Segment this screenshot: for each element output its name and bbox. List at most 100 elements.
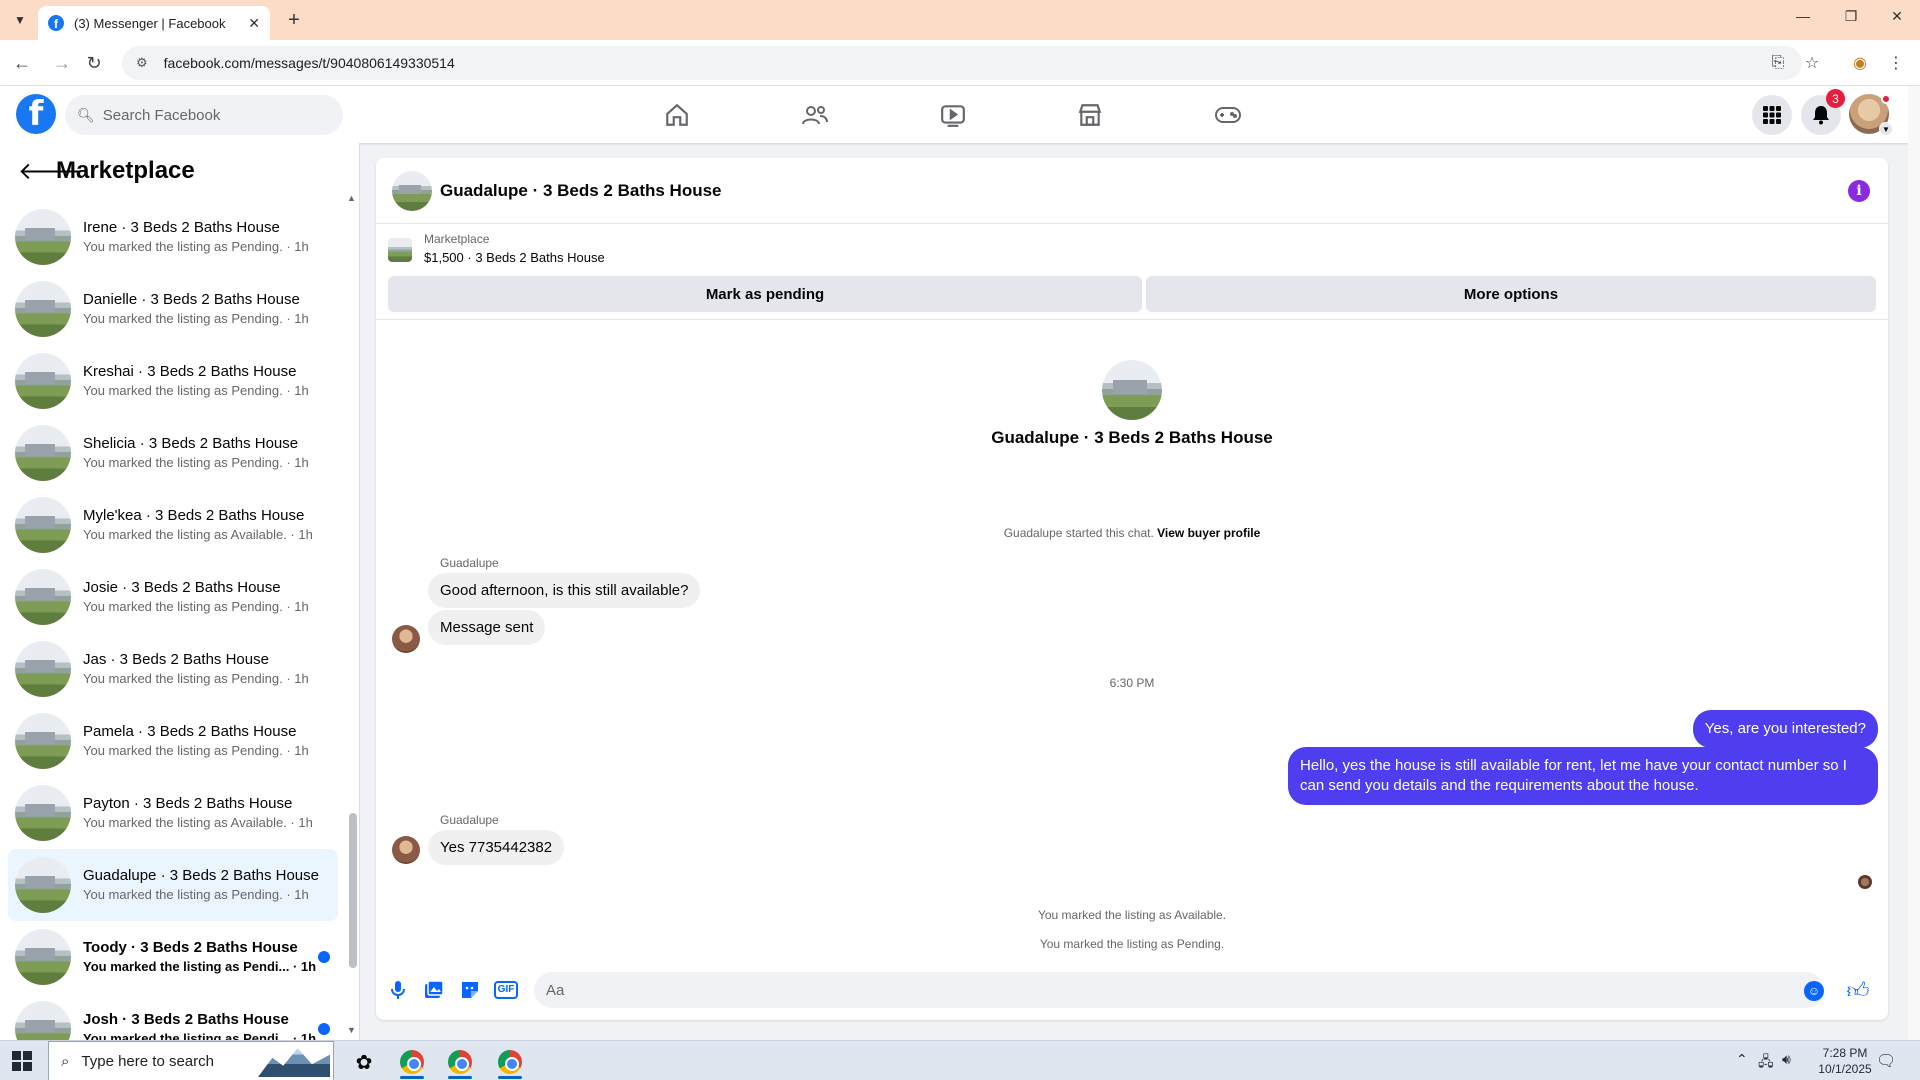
site-settings-icon[interactable]: ⚙: [136, 55, 148, 71]
chat-panel: Guadalupe · 3 Beds 2 Baths House i Marke…: [376, 158, 1888, 1020]
microphone-icon[interactable]: [386, 978, 410, 1002]
search-icon: 🔍︎: [77, 106, 95, 123]
gif-icon[interactable]: GIF: [493, 978, 519, 1002]
search-icon: ⌕: [61, 1052, 70, 1070]
emoji-icon[interactable]: ☺: [1804, 981, 1824, 1001]
view-buyer-profile-link[interactable]: View buyer profile: [1157, 526, 1260, 540]
conversation-item[interactable]: Payton · 3 Beds 2 Baths House You marked …: [8, 777, 338, 849]
page-scrollbar[interactable]: [1908, 86, 1920, 1040]
tab-close-icon[interactable]: ✕: [248, 15, 260, 32]
facebook-search-box[interactable]: 🔍︎ Search Facebook: [65, 95, 343, 135]
notification-center-icon[interactable]: 🗨︎: [1876, 1051, 1896, 1071]
mark-as-pending-button[interactable]: Mark as pending: [388, 276, 1142, 312]
browser-menu-icon[interactable]: ⋮: [1884, 51, 1908, 75]
facebook-favicon-icon: f: [48, 15, 64, 31]
conversation-name: Shelicia · 3 Beds 2 Baths House: [83, 435, 299, 452]
conversation-name: Irene · 3 Beds 2 Baths House: [83, 219, 280, 236]
message-composer: GIF ☺ 👍︎: [376, 960, 1888, 1020]
network-icon[interactable]: 🖧︎: [1758, 1051, 1774, 1075]
reload-icon[interactable]: ↻: [82, 51, 106, 75]
sidebar-scrollbar[interactable]: [349, 813, 357, 968]
conversation-item[interactable]: Jas · 3 Beds 2 Baths House You marked the…: [8, 633, 338, 705]
conversation-item[interactable]: Shelicia · 3 Beds 2 Baths House You marke…: [8, 417, 338, 489]
chrome-app-icon[interactable]: [490, 1045, 530, 1079]
outgoing-message[interactable]: Yes, are you interested?: [1692, 710, 1878, 748]
forward-arrow-icon[interactable]: →: [50, 51, 74, 75]
chat-listing-thumbnail[interactable]: [392, 170, 432, 211]
window-close-icon[interactable]: ✕: [1882, 8, 1912, 25]
windows-taskbar: ⌕ Type here to search ✿ ⌃ 🖧︎ 🔊︎ 7:28 PM …: [0, 1040, 1920, 1080]
conversation-preview: You marked the listing as Pending. · 1h: [83, 671, 309, 686]
message-input[interactable]: [534, 972, 1824, 1008]
conversation-preview: You marked the listing as Pending. · 1h: [83, 239, 309, 254]
new-tab-plus-icon[interactable]: +: [282, 8, 306, 32]
conversation-preview: You marked the listing as Pending. · 1h: [83, 743, 309, 758]
incoming-message[interactable]: Good afternoon, is this still available?: [428, 573, 701, 608]
conversation-preview: You marked the listing as Pending. · 1h: [83, 455, 309, 470]
tray-chevron-up-icon[interactable]: ⌃: [1736, 1051, 1748, 1068]
info-icon[interactable]: i: [1848, 180, 1870, 202]
minimize-icon[interactable]: —: [1788, 8, 1818, 24]
conversation-item[interactable]: Irene · 3 Beds 2 Baths House You marked t…: [8, 201, 338, 273]
chrome-app-icon[interactable]: [392, 1045, 432, 1079]
conversation-name: Pamela · 3 Beds 2 Baths House: [83, 723, 297, 740]
seen-receipt-avatar: [1858, 875, 1872, 889]
outgoing-message[interactable]: Hello, yes the house is still available …: [1288, 747, 1878, 805]
chrome-app-icon[interactable]: [440, 1045, 480, 1079]
account-avatar[interactable]: ▼: [1849, 94, 1893, 136]
conversation-name: Kreshai · 3 Beds 2 Baths House: [83, 363, 297, 380]
photo-attach-icon[interactable]: [422, 978, 446, 1002]
facebook-logo-icon[interactable]: f: [16, 94, 56, 134]
browser-tab-bar: ▼ f (3) Messenger | Facebook ✕ + — ❐ ✕: [0, 0, 1920, 40]
system-clock[interactable]: 7:28 PM 10/1/2025: [1810, 1045, 1880, 1077]
scroll-up-arrow-icon[interactable]: ▲: [347, 193, 356, 203]
video-icon[interactable]: [897, 98, 1009, 132]
listing-thumbnail: [15, 497, 71, 553]
install-app-icon[interactable]: ⎘: [1766, 51, 1790, 75]
sticker-icon[interactable]: [458, 978, 482, 1002]
intro-title: Guadalupe · 3 Beds 2 Baths House: [991, 428, 1273, 447]
copilot-icon[interactable]: ✿: [344, 1045, 384, 1079]
volume-icon[interactable]: 🔊︎: [1782, 1051, 1791, 1068]
chevron-down-icon: ▼: [1879, 122, 1893, 136]
restore-icon[interactable]: ❐: [1836, 8, 1866, 25]
conversation-item[interactable]: Danielle · 3 Beds 2 Baths House You marke…: [8, 273, 338, 345]
listing-status-notice: You marked the listing as Pending.: [1039, 937, 1225, 951]
tab-list-chevron-icon[interactable]: ▼: [8, 8, 32, 32]
url-field[interactable]: ⚙ facebook.com/messages/t/90408061493305…: [122, 46, 1802, 80]
windows-start-icon[interactable]: [12, 1051, 32, 1071]
home-icon[interactable]: [621, 98, 733, 132]
bookmark-star-icon[interactable]: ☆: [1800, 51, 1824, 75]
listing-thumbnail: [15, 353, 71, 409]
intro-listing-thumbnail: [1102, 360, 1162, 420]
conversation-item-active[interactable]: Guadalupe · 3 Beds 2 Baths House You mark…: [8, 849, 338, 921]
incoming-message[interactable]: Message sent: [428, 610, 546, 645]
friends-icon[interactable]: [759, 98, 871, 132]
browser-tab-messenger[interactable]: f (3) Messenger | Facebook ✕: [38, 6, 270, 40]
conversation-item[interactable]: Pamela · 3 Beds 2 Baths House You marked …: [8, 705, 338, 777]
gaming-icon[interactable]: [1172, 98, 1284, 132]
incoming-message[interactable]: Yes 7735442382: [428, 830, 565, 865]
conversation-item-unread[interactable]: Josh · 3 Beds 2 Baths House You marked th…: [8, 993, 338, 1040]
conversation-list: Irene · 3 Beds 2 Baths House You marked t…: [8, 201, 338, 1040]
conversation-item[interactable]: Kreshai · 3 Beds 2 Baths House You marked…: [8, 345, 338, 417]
chat-title[interactable]: Guadalupe · 3 Beds 2 Baths House: [440, 181, 722, 201]
listing-price[interactable]: $1,500 · 3 Beds 2 Baths House: [424, 250, 605, 265]
sender-avatar[interactable]: [392, 625, 420, 653]
conversation-item-unread[interactable]: Toody · 3 Beds 2 Baths House You marked t…: [8, 921, 338, 993]
more-options-button[interactable]: More options: [1146, 276, 1876, 312]
marketplace-icon[interactable]: [1034, 98, 1146, 132]
profile-icon[interactable]: ◉: [1848, 51, 1872, 75]
url-text: facebook.com/messages/t/9040806149330514: [163, 55, 455, 71]
back-arrow-icon[interactable]: ←: [10, 51, 34, 75]
conversation-preview: You marked the listing as Pending. · 1h: [83, 887, 309, 902]
thumbs-up-like-icon[interactable]: 👍︎: [1844, 976, 1872, 1004]
sender-avatar[interactable]: [392, 836, 420, 864]
back-arrow-icon[interactable]: 🡐: [18, 156, 82, 186]
conversation-preview: You marked the listing as Available. · 1…: [83, 527, 313, 542]
scroll-down-arrow-icon[interactable]: ▼: [347, 1025, 356, 1035]
listing-banner: Marketplace $1,500 · 3 Beds 2 Baths Hous…: [376, 224, 1888, 320]
conversation-item[interactable]: Myle'kea · 3 Beds 2 Baths House You marke…: [8, 489, 338, 561]
menu-grid-icon[interactable]: [1752, 95, 1792, 135]
conversation-item[interactable]: Josie · 3 Beds 2 Baths House You marked t…: [8, 561, 338, 633]
